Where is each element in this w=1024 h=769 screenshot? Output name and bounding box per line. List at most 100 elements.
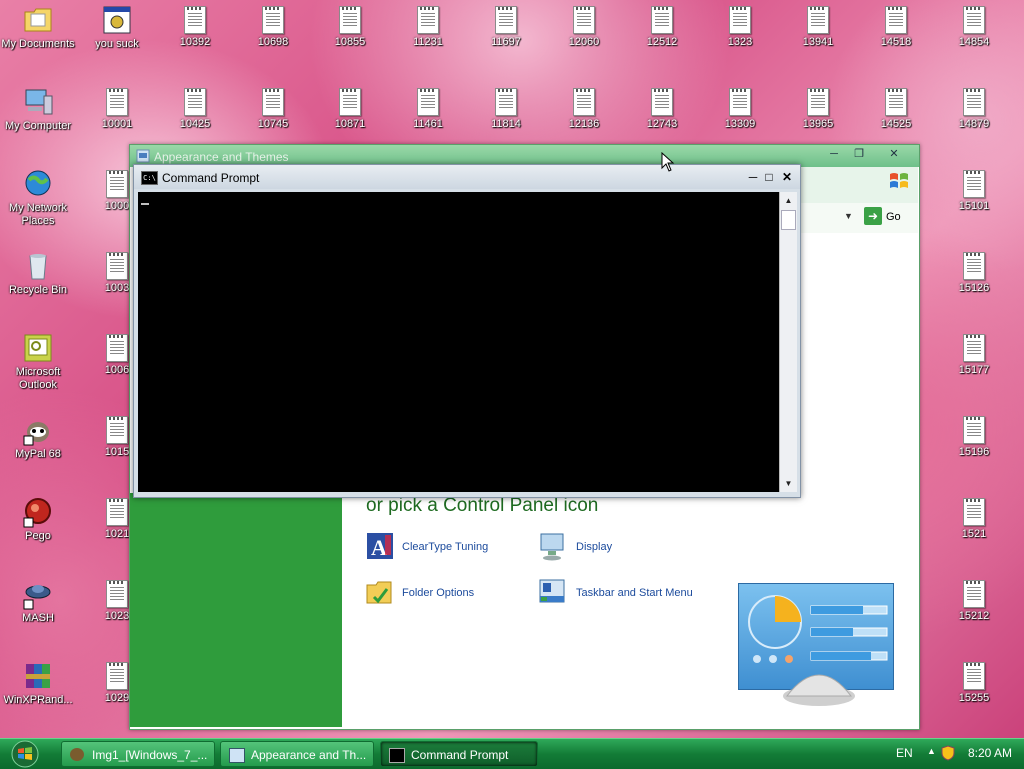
desktop-icon[interactable]: 1521 <box>936 496 1012 541</box>
desktop-icon[interactable]: 11814 <box>468 86 544 131</box>
desktop-icon[interactable]: MASH <box>0 578 76 625</box>
mypal-task-icon <box>70 748 84 761</box>
desktop-icon[interactable]: 10392 <box>157 4 233 49</box>
desktop-icon-label: WinXPRand... <box>3 694 73 706</box>
appearance-task-pane <box>130 493 342 727</box>
desktop-icon[interactable]: My Network Places <box>0 168 76 228</box>
desktop-icon-label: 13309 <box>724 118 756 130</box>
go-arrow-icon[interactable]: ➜ <box>864 207 882 225</box>
mypal-icon <box>22 414 54 446</box>
cmd-close-button[interactable]: ✕ <box>779 169 795 185</box>
desktop-icon[interactable]: Recycle Bin <box>0 250 76 297</box>
desktop-icon[interactable]: 15126 <box>936 250 1012 295</box>
desktop-icon[interactable]: WinXPRand... <box>0 660 76 707</box>
desktop-icon-label: 13941 <box>802 36 834 48</box>
desktop-icon[interactable]: 13309 <box>702 86 778 131</box>
desktop-icon-label: 12060 <box>568 36 600 48</box>
clock[interactable]: 8:20 AM <box>968 746 1012 760</box>
desktop-icon[interactable]: 13941 <box>780 4 856 49</box>
text-document-icon <box>963 334 985 362</box>
desktop-icon[interactable]: 14854 <box>936 4 1012 49</box>
desktop-icon-label: 10745 <box>257 118 289 130</box>
desktop-icon[interactable]: 12512 <box>624 4 700 49</box>
scroll-down-icon[interactable]: ▼ <box>780 475 797 492</box>
language-indicator[interactable]: EN <box>896 746 913 760</box>
command-prompt-window[interactable]: C:\ Command Prompt ─ □ ✕ ▲ ▼ <box>133 164 801 498</box>
desktop-icon-label: 12512 <box>646 36 678 48</box>
folder-options-link[interactable]: Folder Options <box>402 587 474 599</box>
pego-icon <box>22 496 54 528</box>
system-tray: EN ▲ 8:20 AM <box>884 739 1024 769</box>
desktop-icon[interactable]: 11231 <box>390 4 466 49</box>
desktop-icon[interactable]: 15255 <box>936 660 1012 705</box>
desktop-icon[interactable]: you suck <box>79 4 155 51</box>
desktop-icon[interactable]: 12060 <box>546 4 622 49</box>
text-cursor <box>141 203 149 205</box>
desktop-icon[interactable]: 11697 <box>468 4 544 49</box>
console-area[interactable] <box>138 192 779 492</box>
start-button[interactable] <box>4 739 44 769</box>
desktop-icon[interactable]: 12743 <box>624 86 700 131</box>
address-dropdown-icon[interactable]: ▼ <box>844 211 853 221</box>
cmd-task-icon <box>389 748 405 763</box>
text-document-icon <box>573 6 595 34</box>
desktop-icon[interactable]: 10871 <box>312 86 388 131</box>
folder-options-icon[interactable] <box>365 577 395 607</box>
desktop-icon[interactable]: 15212 <box>936 578 1012 623</box>
desktop-icon-label: 14854 <box>958 36 990 48</box>
address-bar[interactable]: ▼ ➜ Go <box>798 203 918 233</box>
desktop-icon[interactable]: 10745 <box>235 86 311 131</box>
text-document-icon <box>106 170 128 198</box>
appearance-close-button[interactable]: ✕ <box>884 147 904 163</box>
appearance-minimize-button[interactable]: ─ <box>824 147 844 163</box>
go-button[interactable]: Go <box>886 211 901 223</box>
cmd-titlebar[interactable]: C:\ Command Prompt ─ □ ✕ <box>134 165 800 189</box>
desktop-icon[interactable]: 14879 <box>936 86 1012 131</box>
display-icon[interactable] <box>538 531 568 561</box>
scroll-thumb[interactable] <box>781 210 796 230</box>
desktop-icon-label: 10871 <box>334 118 366 130</box>
desktop-icon[interactable]: 10698 <box>235 4 311 49</box>
scroll-up-icon[interactable]: ▲ <box>780 192 797 209</box>
desktop-icon-label: 1000 <box>104 200 130 212</box>
display-link[interactable]: Display <box>576 541 612 553</box>
taskbar: Img1_[Windows_7_... Appearance and Th...… <box>0 738 1024 769</box>
desktop-icon[interactable]: 15177 <box>936 332 1012 377</box>
desktop-icon[interactable]: My Computer <box>0 86 76 133</box>
desktop-icon-label: 12743 <box>646 118 678 130</box>
cmd-minimize-button[interactable]: ─ <box>745 169 761 185</box>
desktop-icon[interactable]: My Documents <box>0 4 76 51</box>
windows-logo-icon <box>890 173 908 188</box>
desktop-icon[interactable]: 12136 <box>546 86 622 131</box>
task-appearance[interactable]: Appearance and Th... <box>220 741 374 767</box>
desktop-icon[interactable]: 15101 <box>936 168 1012 213</box>
desktop-icon[interactable]: Pego <box>0 496 76 543</box>
desktop-icon[interactable]: 10001 <box>79 86 155 131</box>
text-document-icon <box>184 88 206 116</box>
desktop-icon[interactable]: 14525 <box>858 86 934 131</box>
show-hidden-icons-icon[interactable]: ▲ <box>927 746 936 756</box>
task-command-prompt[interactable]: Command Prompt <box>380 741 538 767</box>
desktop-icon[interactable]: 15196 <box>936 414 1012 459</box>
task-img1[interactable]: Img1_[Windows_7_... <box>61 741 215 767</box>
text-document-icon <box>262 88 284 116</box>
text-document-icon <box>339 6 361 34</box>
desktop-icon-label: 1006 <box>104 364 130 376</box>
appearance-restore-button[interactable]: ❐ <box>849 147 869 163</box>
desktop-icon[interactable]: MyPal 68 <box>0 414 76 461</box>
cleartype-link[interactable]: ClearType Tuning <box>402 541 488 553</box>
taskbar-icon[interactable] <box>538 577 568 607</box>
desktop-icon[interactable]: 13965 <box>780 86 856 131</box>
security-shield-icon[interactable] <box>941 745 955 761</box>
taskbar-start-menu-link[interactable]: Taskbar and Start Menu <box>576 587 693 599</box>
desktop-icon[interactable]: 11461 <box>390 86 466 131</box>
desktop-icon-label: 15126 <box>958 282 990 294</box>
desktop-icon[interactable]: 10855 <box>312 4 388 49</box>
desktop-icon[interactable]: 1323 <box>702 4 778 49</box>
cmd-maximize-button[interactable]: □ <box>761 169 777 185</box>
desktop-icon[interactable]: 14518 <box>858 4 934 49</box>
desktop-icon[interactable]: Microsoft Outlook <box>0 332 76 392</box>
cleartype-icon[interactable]: A <box>365 531 395 561</box>
desktop-icon[interactable]: 10425 <box>157 86 233 131</box>
cmd-vertical-scrollbar[interactable]: ▲ ▼ <box>779 192 797 492</box>
